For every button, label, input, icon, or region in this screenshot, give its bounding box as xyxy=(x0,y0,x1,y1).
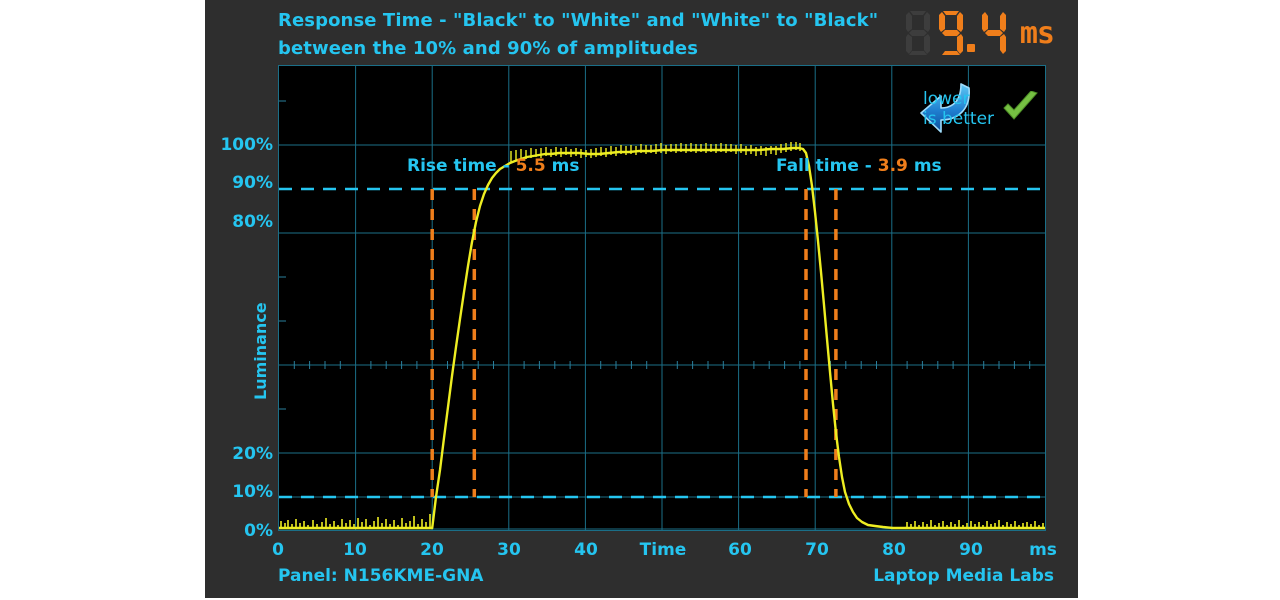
fall-time-annotation: Fall time - 3.9 ms xyxy=(776,156,942,176)
x-tick-label-90: 90 xyxy=(959,540,983,560)
x-tick-label-20: 20 xyxy=(420,540,444,560)
y-tick-label-80: 80% xyxy=(232,212,273,232)
x-axis-title: Time xyxy=(639,540,687,560)
response-time-plot: Rise time - 5.5 ms Fall time - 3.9 ms lo… xyxy=(278,65,1046,531)
chart-title-line-2: between the 10% and 90% of amplitudes xyxy=(278,38,699,59)
y-tick-label-20: 20% xyxy=(232,444,273,464)
x-axis-unit-label: ms xyxy=(1029,540,1057,560)
x-tick-label-40: 40 xyxy=(574,540,598,560)
green-check-icon xyxy=(1003,91,1038,120)
waveform-curve xyxy=(431,146,907,530)
x-tick-label-10: 10 xyxy=(343,540,367,560)
y-tick-label-0: 0% xyxy=(244,521,273,541)
y-tick-label-10: 10% xyxy=(232,482,273,502)
chart-panel: Response Time - "Black" to "White" and "… xyxy=(205,0,1078,598)
fall-time-value: 3.9 xyxy=(877,156,908,176)
rise-time-label: Rise time - xyxy=(407,156,510,176)
y-axis-minor-ticks xyxy=(279,100,286,410)
y-tick-label-100: 100% xyxy=(220,135,273,155)
x-tick-label-60: 60 xyxy=(728,540,752,560)
lcd-placeholder-digit xyxy=(903,9,933,57)
x-tick-label-80: 80 xyxy=(882,540,906,560)
response-time-readout: ms xyxy=(903,6,1055,60)
rise-time-value: 5.5 xyxy=(515,156,546,176)
rise-time-annotation: Rise time - 5.5 ms xyxy=(407,156,579,176)
chart-title-line-1: Response Time - "Black" to "White" and "… xyxy=(278,10,879,31)
fall-time-unit: ms xyxy=(913,156,942,176)
rise-time-unit: ms xyxy=(551,156,580,176)
lab-credit-label: Laptop Media Labs xyxy=(873,566,1054,586)
y-tick-label-90: 90% xyxy=(232,173,273,193)
screenshot-root: Response Time - "Black" to "White" and "… xyxy=(0,0,1280,600)
y-axis-title: Luminance xyxy=(251,302,270,400)
panel-model-label: Panel: N156KME-GNA xyxy=(278,566,484,586)
fall-time-label: Fall time - xyxy=(776,156,872,176)
lcd-digit-integer xyxy=(936,9,966,57)
lcd-digit-decimal xyxy=(979,9,1009,57)
x-tick-label-0: 0 xyxy=(272,540,284,560)
vertical-gridlines xyxy=(355,66,969,530)
x-tick-label-70: 70 xyxy=(805,540,829,560)
badge-line-2: is better xyxy=(923,109,995,129)
lcd-decimal-point xyxy=(966,44,975,52)
lcd-unit-label: ms xyxy=(1019,15,1055,51)
lower-is-better-text: lower is better xyxy=(923,89,1038,129)
x-tick-label-30: 30 xyxy=(497,540,521,560)
lower-is-better-badge: lower is better xyxy=(917,78,1067,140)
badge-line-1: lower xyxy=(923,89,970,109)
